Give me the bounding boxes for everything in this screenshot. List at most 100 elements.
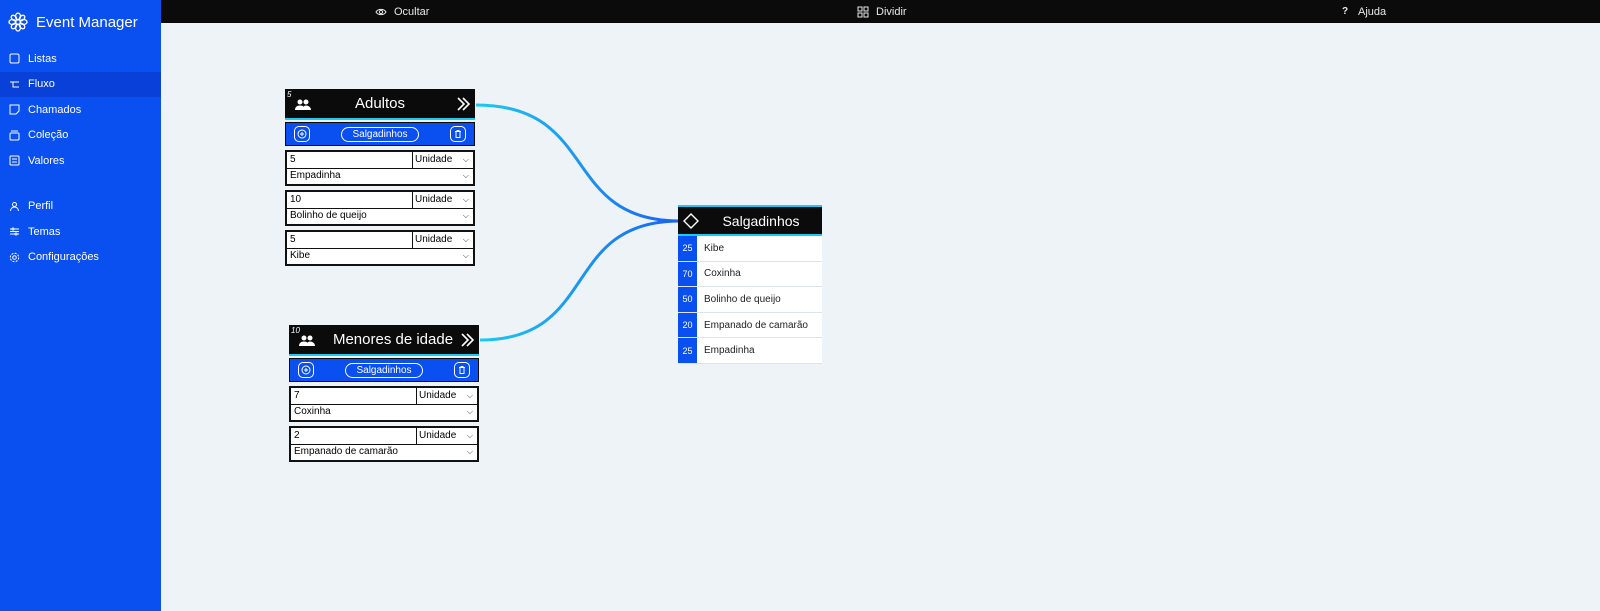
row-count: 50 bbox=[678, 287, 697, 312]
row-count: 25 bbox=[678, 236, 697, 261]
unit-select[interactable]: Unidade ⌵ bbox=[413, 152, 473, 168]
unit-value: Unidade bbox=[415, 154, 453, 165]
sidebar-item-label: Fluxo bbox=[28, 78, 55, 91]
group-toolbar: Salgadinhos bbox=[289, 358, 479, 382]
list-item: 10 Unidade ⌵ Bolinho de queijo ⌵ bbox=[285, 190, 475, 226]
sidebar-item-label: Valores bbox=[28, 154, 65, 167]
row-count: 70 bbox=[678, 261, 697, 287]
target-node-salgadinhos[interactable]: Salgadinhos 25 Kibe 70 Coxinha 50 Bolinho d… bbox=[678, 205, 822, 364]
unit-select[interactable]: Unidade ⌵ bbox=[413, 192, 473, 208]
user-icon bbox=[9, 201, 20, 212]
chevron-down-icon: ⌵ bbox=[466, 391, 473, 400]
delete-button[interactable] bbox=[453, 362, 470, 378]
group-node-menores[interactable]: 10 Menores de idade Salgadinhos 7 Unidad… bbox=[289, 325, 479, 462]
sidebar-item-chamados[interactable]: Chamados bbox=[0, 97, 161, 123]
chevron-down-icon: ⌵ bbox=[466, 447, 473, 456]
sidebar: Event Manager Listas Fluxo Chamados Cole… bbox=[0, 0, 161, 611]
split-label: Dividir bbox=[876, 5, 907, 18]
product-value: Coxinha bbox=[294, 406, 331, 417]
chevron-down-icon: ⌵ bbox=[462, 251, 469, 260]
sidebar-item-label: Temas bbox=[28, 225, 61, 238]
group-node-adultos[interactable]: 5 Adultos Salgadinhos 5 Unidade ⌵ Empadin… bbox=[285, 89, 475, 266]
quantity-input[interactable]: 5 bbox=[287, 152, 413, 168]
hide-label: Ocultar bbox=[394, 5, 430, 18]
quantity-input[interactable]: 7 bbox=[291, 388, 417, 404]
product-select[interactable]: Empanado de camarão ⌵ bbox=[291, 445, 477, 460]
sidebar-item-perfil[interactable]: Perfil bbox=[0, 194, 161, 220]
product-select[interactable]: Coxinha ⌵ bbox=[291, 405, 477, 420]
table-row: 50 Bolinho de queijo bbox=[678, 287, 822, 313]
group-count: 5 bbox=[287, 90, 292, 99]
quantity-input[interactable]: 10 bbox=[287, 192, 413, 208]
product-value: Bolinho de queijo bbox=[290, 210, 367, 221]
values-icon bbox=[9, 155, 20, 166]
double-chevron-right-icon[interactable] bbox=[456, 96, 471, 117]
unit-value: Unidade bbox=[419, 390, 457, 401]
target-header[interactable]: Salgadinhos bbox=[678, 205, 822, 236]
unit-value: Unidade bbox=[415, 194, 453, 205]
question-icon: ? bbox=[1341, 6, 1349, 17]
ticket-icon bbox=[9, 104, 20, 115]
target-title: Salgadinhos bbox=[722, 212, 800, 229]
add-item-button[interactable] bbox=[298, 362, 314, 378]
category-pill[interactable]: Salgadinhos bbox=[345, 362, 423, 378]
product-select[interactable]: Kibe ⌵ bbox=[287, 249, 473, 264]
table-row: 25 Empadinha bbox=[678, 338, 822, 364]
group-title: Menores de idade bbox=[332, 331, 454, 348]
quantity-input[interactable]: 5 bbox=[287, 232, 413, 248]
diamond-icon bbox=[682, 212, 700, 229]
unit-select[interactable]: Unidade ⌵ bbox=[413, 232, 473, 248]
sidebar-item-colecao[interactable]: Coleção bbox=[0, 123, 161, 149]
sidebar-item-valores[interactable]: Valores bbox=[0, 148, 161, 174]
group-header[interactable]: 10 Menores de idade bbox=[289, 325, 479, 356]
sidebar-item-label: Listas bbox=[28, 52, 57, 65]
add-item-button[interactable] bbox=[294, 126, 310, 142]
unit-value: Unidade bbox=[415, 234, 453, 245]
group-header[interactable]: 5 Adultos bbox=[285, 89, 475, 120]
group-title: Adultos bbox=[354, 95, 406, 112]
people-icon bbox=[299, 334, 315, 352]
group-toolbar: Salgadinhos bbox=[285, 122, 475, 146]
row-count: 20 bbox=[678, 312, 697, 338]
help-label: Ajuda bbox=[1358, 5, 1387, 18]
unit-select[interactable]: Unidade ⌵ bbox=[417, 428, 477, 444]
table-row: 25 Kibe bbox=[678, 236, 822, 262]
sidebar-item-label: Coleção bbox=[28, 129, 69, 142]
row-name: Kibe bbox=[704, 242, 725, 254]
sidebar-item-label: Configurações bbox=[28, 251, 99, 264]
sidebar-nav: Listas Fluxo Chamados Coleção Valores Pe… bbox=[0, 46, 161, 270]
top-toolbar: Ocultar Dividir ? Ajuda bbox=[161, 0, 1600, 23]
quantity-input[interactable]: 2 bbox=[291, 428, 417, 444]
hide-button[interactable]: Ocultar bbox=[375, 0, 429, 23]
delete-button[interactable] bbox=[449, 126, 466, 142]
unit-select[interactable]: Unidade ⌵ bbox=[417, 388, 477, 404]
product-select[interactable]: Empadinha ⌵ bbox=[287, 169, 473, 184]
sidebar-item-configuracoes[interactable]: Configurações bbox=[0, 245, 161, 271]
split-button[interactable]: Dividir bbox=[857, 0, 907, 23]
category-pill[interactable]: Salgadinhos bbox=[341, 126, 419, 142]
eye-icon bbox=[375, 6, 387, 18]
sidebar-item-listas[interactable]: Listas bbox=[0, 46, 161, 72]
list-item: 5 Unidade ⌵ Kibe ⌵ bbox=[285, 230, 475, 266]
row-count: 25 bbox=[678, 338, 697, 363]
sidebar-item-temas[interactable]: Temas bbox=[0, 219, 161, 245]
list-item: 7 Unidade ⌵ Coxinha ⌵ bbox=[289, 386, 479, 422]
themes-icon bbox=[9, 226, 20, 237]
help-button[interactable]: ? Ajuda bbox=[1339, 0, 1386, 23]
unit-value: Unidade bbox=[419, 430, 457, 441]
sidebar-item-fluxo[interactable]: Fluxo bbox=[0, 71, 161, 97]
list-item: 5 Unidade ⌵ Empadinha ⌵ bbox=[285, 150, 475, 186]
chevron-down-icon: ⌵ bbox=[466, 431, 473, 440]
brand[interactable]: Event Manager bbox=[0, 0, 161, 44]
nav-divider bbox=[0, 174, 161, 194]
split-icon bbox=[857, 6, 869, 18]
app-title: Event Manager bbox=[36, 13, 138, 31]
gear-icon bbox=[9, 252, 20, 263]
product-select[interactable]: Bolinho de queijo ⌵ bbox=[287, 209, 473, 224]
double-chevron-right-icon[interactable] bbox=[460, 332, 475, 353]
collection-icon bbox=[9, 130, 20, 141]
wire-adultos bbox=[475, 103, 681, 223]
people-icon bbox=[295, 98, 311, 116]
row-name: Empanado de camarão bbox=[704, 319, 808, 331]
chevron-down-icon: ⌵ bbox=[462, 195, 469, 204]
